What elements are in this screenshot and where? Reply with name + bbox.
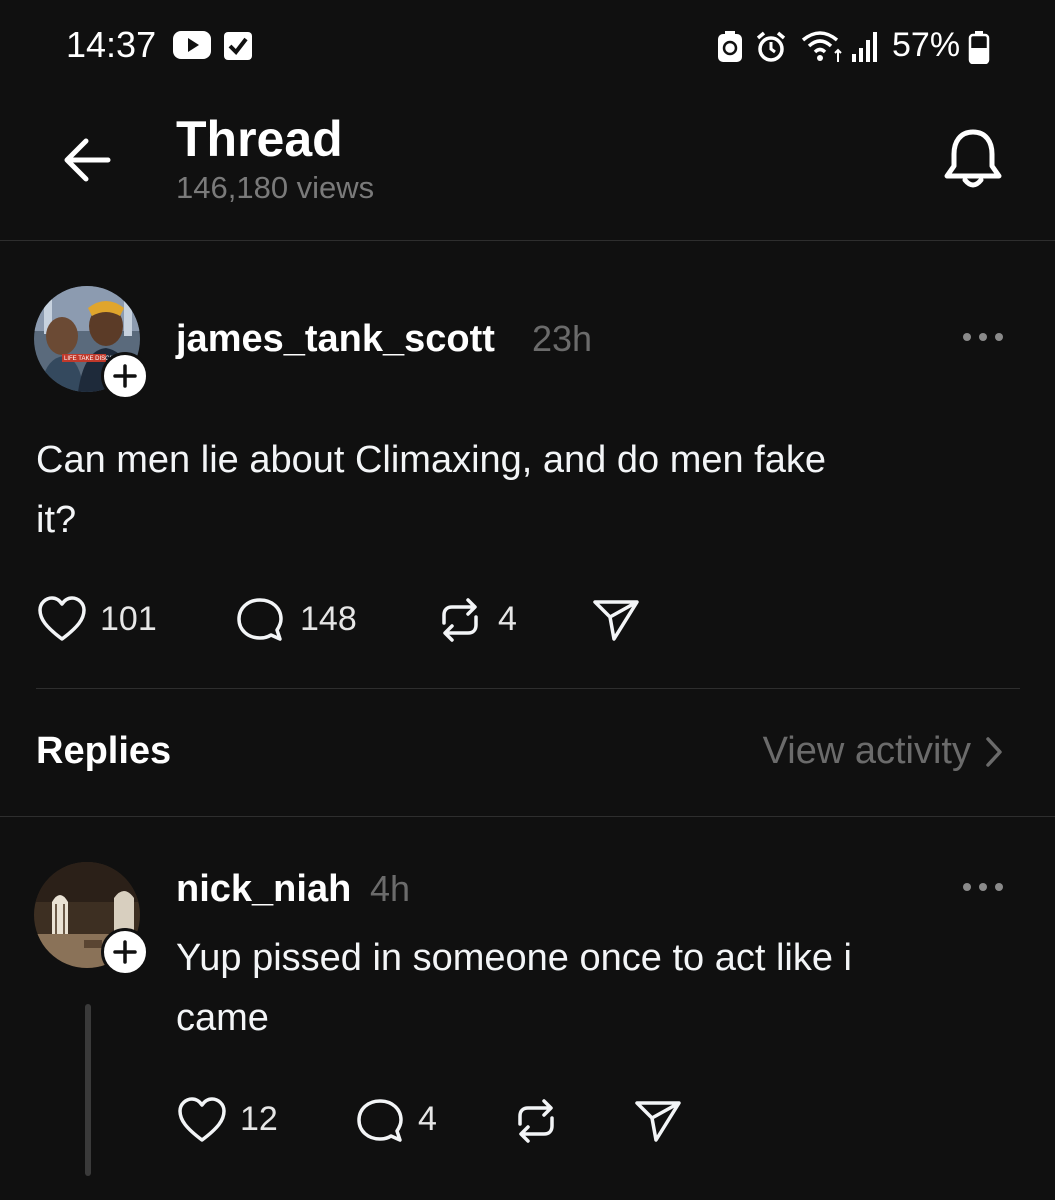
battery-percent: 57% — [892, 26, 961, 64]
reply-username[interactable]: nick_niah — [176, 868, 351, 911]
repost-icon — [442, 598, 478, 642]
comment-button[interactable] — [234, 595, 286, 645]
repost-button[interactable] — [434, 595, 486, 645]
reply-share-button[interactable] — [632, 1096, 684, 1146]
header-divider — [0, 240, 1055, 241]
like-button[interactable] — [36, 595, 88, 645]
status-time: 14:37 — [66, 24, 157, 65]
comment-icon — [237, 598, 283, 641]
reply-comment-count: 4 — [418, 1100, 437, 1138]
plus-icon — [113, 940, 137, 964]
reply-time: 4h — [370, 868, 411, 909]
share-button[interactable] — [590, 595, 642, 645]
like-count: 101 — [100, 600, 157, 638]
send-icon — [593, 600, 639, 641]
replies-divider — [0, 816, 1055, 817]
page-title: Thread — [176, 111, 343, 167]
post-text: Can men lie about Climaxing, and do men … — [36, 430, 1026, 550]
post-time: 23h — [532, 318, 593, 359]
heart-icon — [38, 596, 86, 641]
comment-count: 148 — [300, 600, 357, 638]
check-box-icon — [222, 28, 254, 62]
post-divider — [36, 688, 1020, 689]
reply-text: Yup pissed in someone once to act like i… — [176, 928, 1026, 1048]
battery-icon — [968, 30, 990, 64]
back-arrow-icon[interactable] — [58, 130, 118, 190]
follow-button[interactable] — [101, 352, 149, 400]
heart-icon — [178, 1097, 226, 1142]
reply-like-button[interactable] — [176, 1096, 228, 1146]
wifi-icon — [800, 28, 846, 64]
view-activity-label: View activity — [762, 730, 971, 772]
reply-like-count: 12 — [240, 1100, 278, 1138]
chevron-right-icon — [986, 736, 1002, 767]
battery-saver-icon — [716, 30, 744, 64]
post-text-line: it? — [36, 499, 77, 541]
reply-more-options-icon[interactable] — [958, 876, 1008, 898]
signal-icon — [850, 30, 880, 62]
youtube-icon — [172, 30, 212, 60]
bell-icon[interactable] — [938, 124, 1008, 194]
plus-icon — [113, 364, 137, 388]
reply-repost-button[interactable] — [510, 1096, 562, 1146]
view-count: 146,180 views — [176, 170, 375, 205]
post-username[interactable]: james_tank_scott — [176, 318, 495, 361]
post-text-line: Can men lie about Climaxing, and do men … — [36, 439, 827, 481]
thread-line — [85, 1004, 91, 1176]
comment-icon — [357, 1099, 403, 1142]
send-icon — [635, 1101, 681, 1142]
alarm-icon — [754, 30, 788, 64]
reply-follow-button[interactable] — [101, 928, 149, 976]
repost-icon — [518, 1099, 554, 1143]
more-options-icon[interactable] — [958, 326, 1008, 348]
reply-comment-button[interactable] — [354, 1096, 406, 1146]
reply-text-line: Yup pissed in someone once to act like i — [176, 937, 852, 979]
repost-count: 4 — [498, 600, 517, 638]
view-activity-link[interactable]: View activity — [763, 730, 1003, 773]
reply-text-line: came — [176, 997, 269, 1039]
replies-heading: Replies — [36, 730, 172, 772]
